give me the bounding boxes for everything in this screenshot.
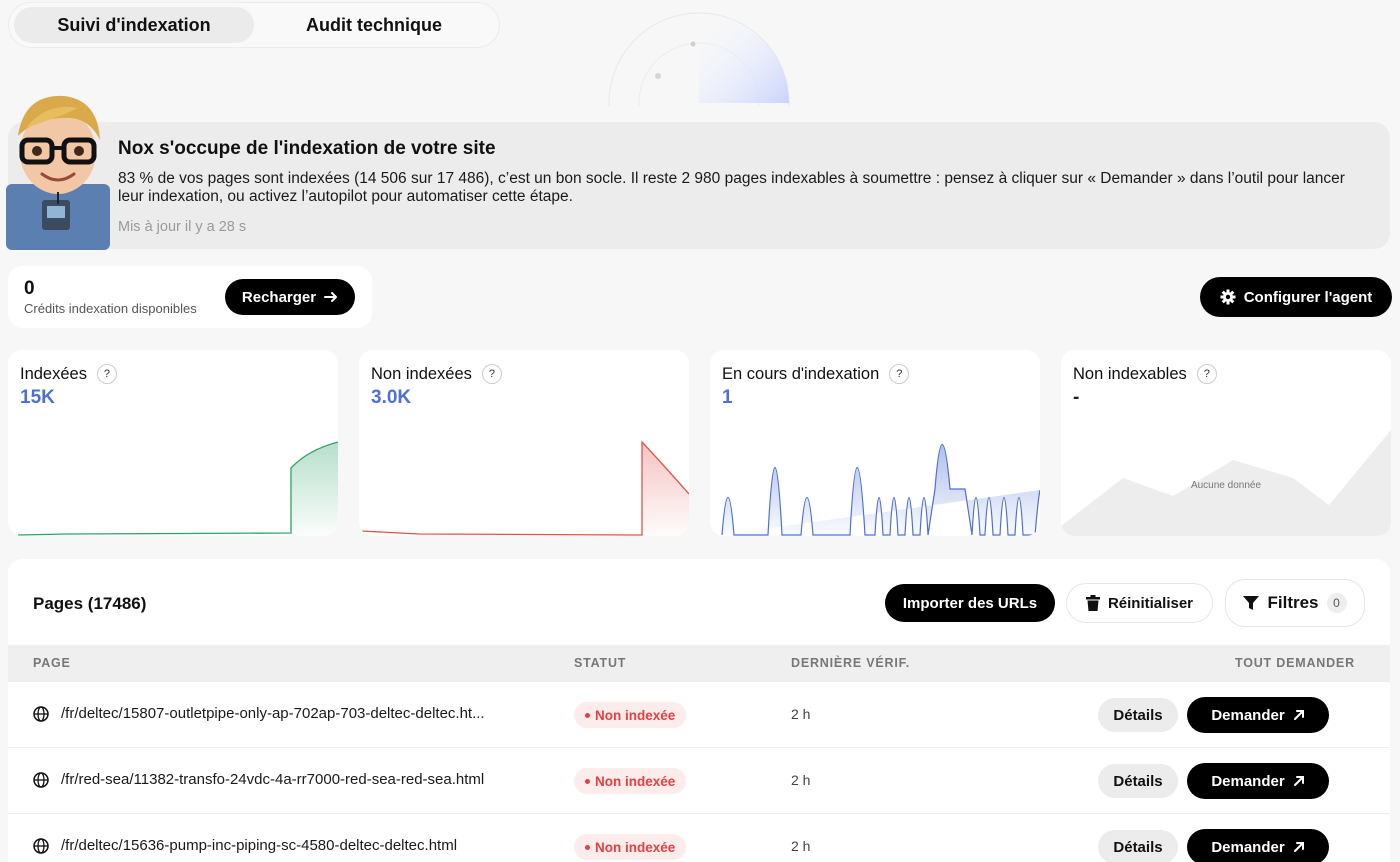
- stat-card-in-progress: En cours d'indexation ? 1: [710, 350, 1040, 536]
- credits-label: Crédits indexation disponibles: [24, 301, 197, 316]
- indexed-sparkline: [17, 441, 338, 536]
- stat-card-not-indexed: Non indexées ? 3.0K: [359, 350, 689, 536]
- import-urls-label: Importer des URLs: [902, 594, 1038, 612]
- globe-icon: [33, 838, 49, 854]
- request-label: Demander: [1211, 706, 1285, 724]
- decorative-radar-graphic: [608, 12, 790, 106]
- pages-title: Pages (17486): [33, 594, 147, 613]
- filters-button[interactable]: Filtres 0: [1225, 579, 1365, 627]
- stat-card-indexed: Indexées ? 15K: [8, 350, 338, 536]
- request-button[interactable]: Demander: [1187, 763, 1329, 799]
- reset-label: Réinitialiser: [1107, 594, 1194, 612]
- gear-icon: [1220, 289, 1236, 305]
- tab-suivi-indexation[interactable]: Suivi d'indexation: [14, 7, 254, 43]
- configure-agent-button[interactable]: Configurer l'agent: [1200, 277, 1392, 317]
- details-button[interactable]: Détails: [1098, 764, 1178, 798]
- trash-icon: [1085, 595, 1100, 611]
- arrow-right-icon: [324, 292, 338, 302]
- reset-button[interactable]: Réinitialiser: [1066, 583, 1213, 623]
- status-badge: Non indexée: [574, 768, 687, 794]
- page-url[interactable]: /fr/deltec/15807-outletpipe-only-ap-702a…: [61, 705, 485, 722]
- nox-avatar: [6, 95, 110, 250]
- page-url[interactable]: /fr/deltec/15636-pump-inc-piping-sc-4580…: [61, 837, 457, 854]
- request-label: Demander: [1211, 838, 1285, 856]
- status-dot: [585, 778, 590, 784]
- not-indexed-sparkline: [360, 440, 689, 536]
- request-button[interactable]: Demander: [1187, 697, 1329, 733]
- details-button[interactable]: Détails: [1098, 830, 1178, 862]
- status-badge: Non indexée: [574, 702, 687, 728]
- stat-card-not-indexable: Non indexables ? - Aucune donnée: [1061, 350, 1391, 536]
- status-label: Non indexée: [595, 839, 676, 855]
- status-dot: [585, 712, 590, 718]
- request-button[interactable]: Demander: [1187, 829, 1329, 862]
- arrow-up-right-icon: [1293, 842, 1304, 852]
- status-dot: [585, 844, 590, 850]
- globe-icon: [33, 772, 49, 788]
- status-label: Non indexée: [595, 707, 676, 723]
- tab-audit-technique[interactable]: Audit technique: [254, 7, 494, 43]
- import-urls-button[interactable]: Importer des URLs: [885, 584, 1055, 622]
- status-badge: Non indexée: [574, 834, 687, 860]
- globe-icon: [33, 706, 49, 722]
- table-row: /fr/deltec/15636-pump-inc-piping-sc-4580…: [8, 814, 1390, 862]
- no-data-label: Aucune donnée: [1190, 480, 1262, 491]
- banner-updated-time: Mis à jour il y a 28 s: [118, 219, 247, 235]
- page-url[interactable]: /fr/red-sea/11382-transfo-24vdc-4a-rr700…: [61, 771, 484, 788]
- arrow-up-right-icon: [1293, 710, 1304, 720]
- column-page[interactable]: PAGE: [33, 656, 71, 670]
- filter-icon: [1243, 596, 1260, 610]
- credits-value: 0: [24, 278, 35, 299]
- status-label: Non indexée: [595, 773, 676, 789]
- filters-label: Filtres: [1267, 593, 1319, 612]
- table-header: PAGE STATUT DERNIÈRE VÉRIF. TOUT DEMANDE…: [8, 645, 1390, 682]
- table-row: /fr/deltec/15807-outletpipe-only-ap-702a…: [8, 682, 1390, 748]
- filters-count-badge: 0: [1326, 593, 1347, 613]
- configure-agent-label: Configurer l'agent: [1243, 288, 1373, 306]
- banner-message: 83 % de vos pages sont indexées (14 506 …: [118, 170, 1345, 205]
- banner-title: Nox s'occupe de l'indexation de votre si…: [118, 138, 496, 159]
- last-check: 2 h: [791, 706, 811, 722]
- column-status[interactable]: STATUT: [574, 656, 626, 670]
- column-last-check[interactable]: DERNIÈRE VÉRIF.: [791, 656, 910, 670]
- tab-bar: Suivi d'indexation Audit technique: [8, 2, 500, 48]
- no-data-placeholder-chart: [1061, 430, 1391, 536]
- arrow-up-right-icon: [1293, 776, 1304, 786]
- recharge-button-label: Recharger: [241, 288, 317, 306]
- in-progress-sparkline: [721, 443, 1040, 536]
- request-label: Demander: [1211, 772, 1285, 790]
- details-button[interactable]: Détails: [1098, 698, 1178, 732]
- last-check: 2 h: [791, 772, 811, 788]
- request-all-button[interactable]: TOUT DEMANDER: [1235, 656, 1355, 670]
- table-row: /fr/red-sea/11382-transfo-24vdc-4a-rr700…: [8, 748, 1390, 814]
- recharge-button[interactable]: Recharger: [225, 279, 355, 315]
- last-check: 2 h: [791, 838, 811, 854]
